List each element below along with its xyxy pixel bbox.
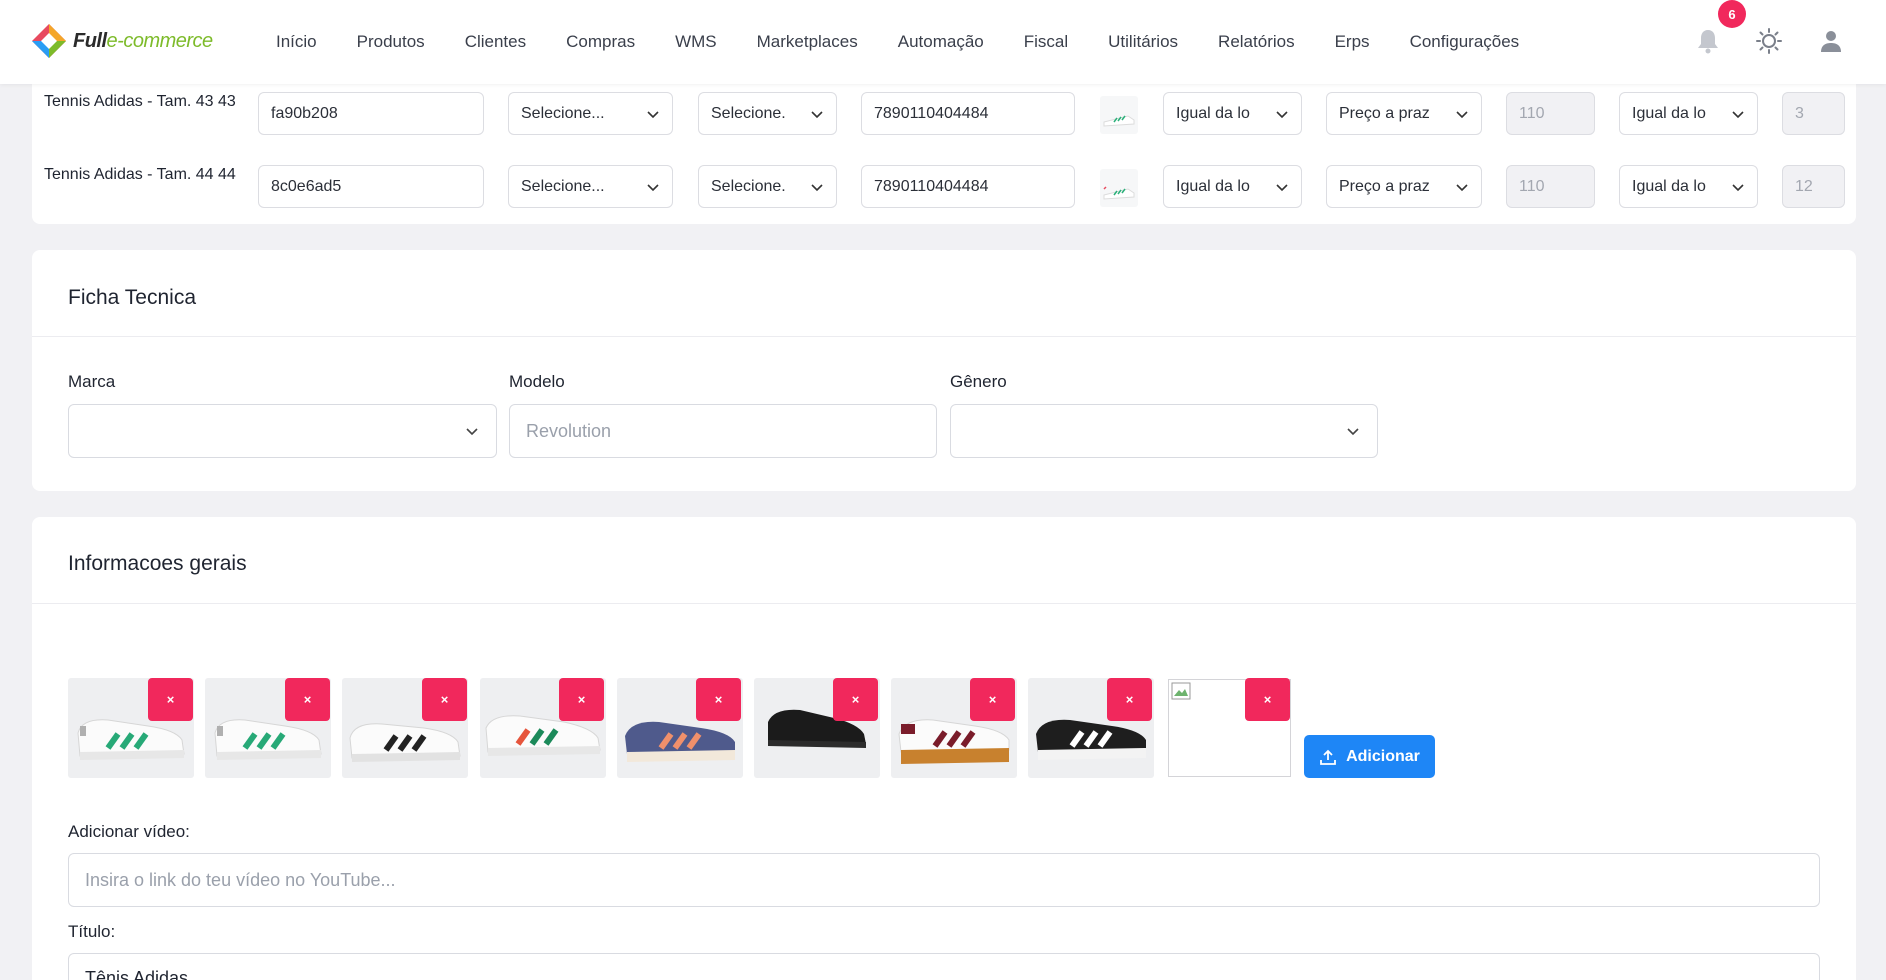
logo-text: Fulle-commerce xyxy=(73,29,213,52)
modelo-label: Modelo xyxy=(509,372,565,391)
chevron-down-icon xyxy=(466,428,478,436)
stock-mode-select-2[interactable]: Igual da lo xyxy=(1619,92,1758,135)
variants-card: Tennis Adidas - Tam. 43 43 fa90b208 Sele… xyxy=(32,84,1856,224)
quantity-input: 12 xyxy=(1782,165,1845,208)
chevron-down-icon xyxy=(811,110,823,118)
price-input: 110 xyxy=(1506,165,1595,208)
nav-item-compras[interactable]: Compras xyxy=(566,32,635,52)
upload-icon xyxy=(1320,749,1336,765)
nav-item-fiscal[interactable]: Fiscal xyxy=(1024,32,1068,52)
remove-image-button[interactable]: × xyxy=(970,678,1015,721)
nav-item-utilitarios[interactable]: Utilitários xyxy=(1108,32,1178,52)
variant-select-2[interactable]: Selecione. xyxy=(698,165,837,208)
chevron-down-icon xyxy=(1732,183,1744,191)
nav-item-wms[interactable]: WMS xyxy=(675,32,717,52)
ean-input[interactable]: 7890110404484 xyxy=(861,92,1075,135)
nav-item-configuracoes[interactable]: Configurações xyxy=(1410,32,1520,52)
add-image-label: Adicionar xyxy=(1346,747,1420,765)
stock-mode-select-2[interactable]: Igual da lo xyxy=(1619,165,1758,208)
modelo-input[interactable]: Revolution xyxy=(509,404,937,458)
variant-name: Tennis Adidas - Tam. 43 43 xyxy=(44,93,236,110)
nav-item-automacao[interactable]: Automação xyxy=(898,32,984,52)
chevron-down-icon xyxy=(1347,428,1359,436)
ean-input[interactable]: 7890110404484 xyxy=(861,165,1075,208)
remove-image-button[interactable]: × xyxy=(422,678,467,721)
titulo-input[interactable]: Tênis Adidas xyxy=(68,953,1820,980)
video-label: Adicionar vídeo: xyxy=(68,822,190,841)
quantity-input: 3 xyxy=(1782,92,1845,135)
variant-thumbnail[interactable] xyxy=(1100,96,1138,134)
divider xyxy=(32,603,1856,604)
sku-input[interactable]: fa90b208 xyxy=(258,92,484,135)
variant-name: Tennis Adidas - Tam. 44 44 xyxy=(44,166,236,183)
titulo-label: Título: xyxy=(68,922,116,941)
chevron-down-icon xyxy=(1276,183,1288,191)
chevron-down-icon xyxy=(1456,183,1468,191)
card-title: Informacoes gerais xyxy=(68,552,247,575)
genero-label: Gênero xyxy=(950,372,1007,391)
sun-icon[interactable] xyxy=(1754,26,1784,56)
variant-select-1[interactable]: Selecione... xyxy=(508,92,673,135)
bell-icon[interactable] xyxy=(1693,26,1723,56)
stock-mode-select[interactable]: Igual da lo xyxy=(1163,165,1302,208)
logo-mark-icon xyxy=(30,22,68,60)
chevron-down-icon xyxy=(647,183,659,191)
add-image-button[interactable]: Adicionar xyxy=(1304,735,1435,778)
marca-label: Marca xyxy=(68,372,116,391)
user-icon[interactable] xyxy=(1816,26,1846,56)
main-nav: Início Produtos Clientes Compras WMS Mar… xyxy=(276,0,1559,84)
broken-image-icon xyxy=(1171,682,1191,700)
table-row: Tennis Adidas - Tam. 44 44 8c0e6ad5 Sele… xyxy=(32,157,1856,213)
chevron-down-icon xyxy=(811,183,823,191)
logo[interactable]: Fulle-commerce xyxy=(30,22,213,60)
notification-badge: 6 xyxy=(1718,0,1746,28)
top-navbar: Fulle-commerce Início Produtos Clientes … xyxy=(0,0,1886,84)
marca-select[interactable] xyxy=(68,404,497,458)
variant-select-1[interactable]: Selecione... xyxy=(508,165,673,208)
nav-item-clientes[interactable]: Clientes xyxy=(465,32,526,52)
card-title: Ficha Tecnica xyxy=(68,286,197,309)
nav-item-relatorios[interactable]: Relatórios xyxy=(1218,32,1295,52)
nav-item-inicio[interactable]: Início xyxy=(276,32,317,52)
genero-select[interactable] xyxy=(950,404,1378,458)
remove-image-button[interactable]: × xyxy=(148,678,193,721)
sku-input[interactable]: 8c0e6ad5 xyxy=(258,165,484,208)
nav-item-erps[interactable]: Erps xyxy=(1335,32,1370,52)
remove-image-button[interactable]: × xyxy=(285,678,330,721)
remove-image-button[interactable]: × xyxy=(833,678,878,721)
remove-image-button[interactable]: × xyxy=(559,678,604,721)
price-type-select[interactable]: Preço a praz xyxy=(1326,92,1482,135)
variant-thumbnail[interactable] xyxy=(1100,169,1138,207)
chevron-down-icon xyxy=(1456,110,1468,118)
nav-item-marketplaces[interactable]: Marketplaces xyxy=(757,32,858,52)
variant-select-2[interactable]: Selecione. xyxy=(698,92,837,135)
chevron-down-icon xyxy=(1732,110,1744,118)
stock-mode-select[interactable]: Igual da lo xyxy=(1163,92,1302,135)
chevron-down-icon xyxy=(647,110,659,118)
nav-item-produtos[interactable]: Produtos xyxy=(357,32,425,52)
divider xyxy=(32,336,1856,337)
chevron-down-icon xyxy=(1276,110,1288,118)
remove-image-button[interactable]: × xyxy=(1107,678,1152,721)
table-row: Tennis Adidas - Tam. 43 43 fa90b208 Sele… xyxy=(32,84,1856,140)
price-input: 110 xyxy=(1506,92,1595,135)
remove-image-button[interactable]: × xyxy=(1245,678,1290,721)
price-type-select[interactable]: Preço a praz xyxy=(1326,165,1482,208)
video-url-input[interactable]: Insira o link do teu vídeo no YouTube... xyxy=(68,853,1820,907)
remove-image-button[interactable]: × xyxy=(696,678,741,721)
